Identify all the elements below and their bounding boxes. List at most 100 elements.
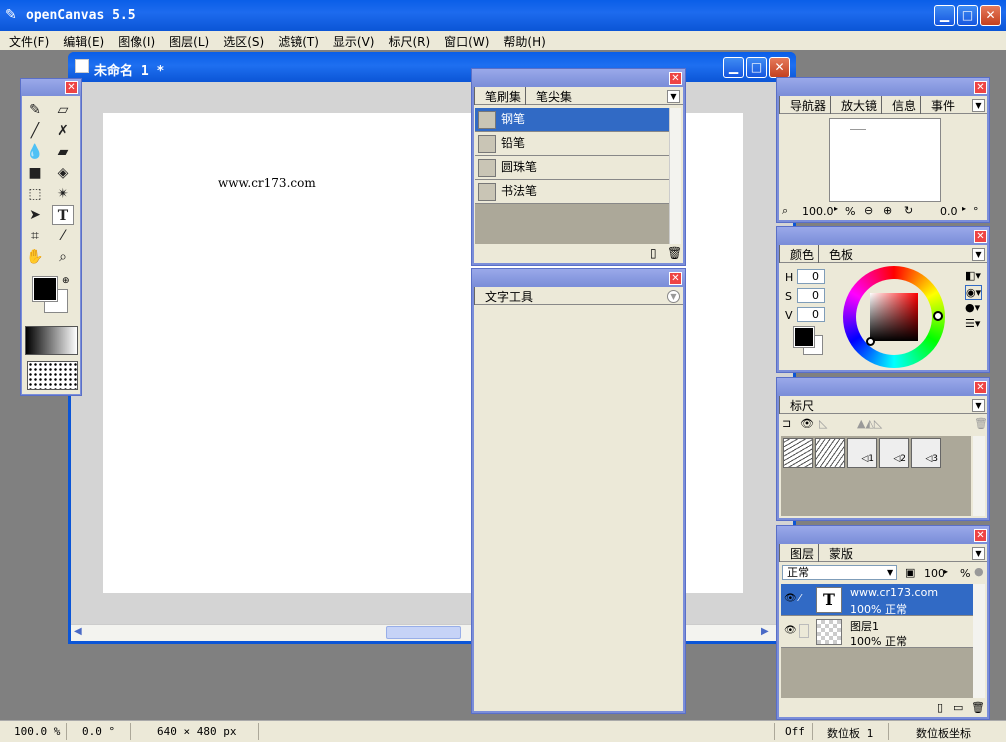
magic-wand-icon[interactable]: ✴	[52, 184, 74, 204]
texture-selector[interactable]	[27, 361, 78, 390]
opacity-arrow-icon[interactable]: ▸	[944, 567, 948, 576]
table-row[interactable]: 👁 ⁄ T www.cr173.com 100% 正常	[781, 584, 973, 616]
new-folder-icon[interactable]: ▭	[953, 701, 963, 714]
layers-close-button[interactable]: ✕	[974, 529, 987, 542]
menu-edit[interactable]: 编辑(E)	[54, 31, 109, 50]
ruler-snap-icon[interactable]: ⊐	[782, 417, 791, 430]
foreground-color-swatch[interactable]	[32, 276, 58, 302]
scroll-thumb[interactable]	[386, 626, 461, 639]
scroll-right-icon[interactable]: ▶	[761, 626, 769, 637]
brush-menu-icon[interactable]: ▼	[667, 90, 680, 103]
tab-color[interactable]: 颜色	[779, 245, 818, 263]
angle-value[interactable]: 0.0	[940, 205, 958, 218]
color-mode-1-icon[interactable]: ◧▾	[965, 269, 981, 282]
navigator-menu-icon[interactable]: ▼	[972, 99, 985, 112]
crop-tool-icon[interactable]: ⌗	[24, 226, 46, 246]
new-brush-icon[interactable]: ▯	[650, 246, 657, 260]
color-menu-icon[interactable]: ▼	[972, 248, 985, 261]
layer-link-box[interactable]	[799, 624, 809, 638]
navigator-close-button[interactable]: ✕	[974, 81, 987, 94]
ruler-menu-icon[interactable]: ▼	[972, 399, 985, 412]
lock-icon[interactable]: ●	[974, 565, 984, 578]
layers-titlebar[interactable]: ✕	[777, 526, 989, 543]
tab-events[interactable]: 事件	[920, 96, 959, 114]
ruler-parallel-icon[interactable]	[783, 438, 813, 468]
tab-magnifier[interactable]: 放大镜	[830, 96, 881, 114]
h-field[interactable]: 0	[797, 269, 825, 284]
menu-layer[interactable]: 图层(L)	[160, 31, 214, 50]
color-mode-3-icon[interactable]: ●▾	[965, 301, 980, 314]
menu-image[interactable]: 图像(I)	[109, 31, 160, 50]
zoom-tool-icon[interactable]: ⌕	[52, 247, 74, 267]
tab-brush-tips[interactable]: 笔尖集	[525, 87, 576, 105]
layer-visibility-icon[interactable]: 👁	[784, 625, 797, 636]
tab-brush-set[interactable]: 笔刷集	[474, 87, 525, 105]
tab-layers[interactable]: 图层	[779, 544, 818, 562]
zoom-value[interactable]: 100.0	[802, 205, 834, 218]
gradient-selector[interactable]	[25, 326, 78, 355]
sv-square[interactable]	[870, 293, 918, 341]
fg-color-chip[interactable]	[793, 326, 815, 348]
s-field[interactable]: 0	[797, 288, 825, 303]
delete-layer-icon[interactable]: 🗑	[971, 701, 985, 714]
ruler-titlebar[interactable]: ✕	[777, 378, 989, 395]
toolbox-titlebar[interactable]: ✕	[21, 79, 81, 96]
tab-swatches[interactable]: 色板	[818, 245, 857, 263]
tab-text-tool[interactable]: 文字工具	[474, 287, 537, 305]
document-titlebar[interactable]: 未命名 1 * ▁ □ ✕	[68, 52, 796, 82]
text-tool-titlebar[interactable]: ✕	[472, 269, 685, 286]
brush-panel-close-button[interactable]: ✕	[669, 72, 682, 85]
sv-marker[interactable]	[866, 337, 875, 346]
pen-tool-icon[interactable]: ✎	[24, 100, 46, 120]
menu-select[interactable]: 选区(S)	[214, 31, 269, 50]
eyedropper-tool-icon[interactable]: ⁄	[52, 226, 74, 246]
scroll-left-icon[interactable]: ◀	[74, 626, 82, 637]
doc-maximize-button[interactable]: □	[746, 57, 767, 78]
layer-scrollbar[interactable]	[973, 584, 985, 698]
minimize-button[interactable]: ▁	[934, 5, 955, 26]
text-tool-close-button[interactable]: ✕	[669, 272, 682, 285]
menu-help[interactable]: 帮助(H)	[494, 31, 550, 50]
menu-filter[interactable]: 滤镜(T)	[269, 31, 324, 50]
ruler-scrollbar[interactable]	[973, 436, 985, 516]
doc-close-button[interactable]: ✕	[769, 57, 790, 78]
rotate-icon[interactable]: ↻	[904, 204, 913, 217]
tab-ruler[interactable]: 标尺	[779, 396, 818, 414]
angle-arrow-icon[interactable]: ▸	[962, 204, 966, 213]
airbrush-tool-icon[interactable]: ✗	[52, 121, 74, 141]
zoom-arrow-icon[interactable]: ▸	[834, 204, 838, 213]
zoom-minus-icon[interactable]: ⊖	[864, 204, 873, 217]
menu-view[interactable]: 显示(V)	[324, 31, 380, 50]
eraser-tool-icon[interactable]: ▱	[52, 100, 74, 120]
navigator-preview[interactable]	[829, 118, 941, 202]
ruler-perspective-3[interactable]: ◁3	[911, 438, 941, 468]
color-mode-2-icon[interactable]: ◉▾	[965, 285, 983, 300]
fill-tool-icon[interactable]: ◈	[52, 163, 74, 183]
ruler-visible-icon[interactable]: 👁	[800, 417, 814, 430]
brush-list-scrollbar[interactable]	[669, 108, 681, 244]
tab-mask[interactable]: 蒙版	[818, 544, 857, 562]
maximize-button[interactable]: □	[957, 5, 978, 26]
layers-menu-icon[interactable]: ▼	[972, 547, 985, 560]
move-tool-icon[interactable]: ➤	[24, 205, 46, 225]
menu-ruler[interactable]: 标尺(R)	[379, 31, 435, 50]
gradient-tool-icon[interactable]: ■	[24, 163, 46, 183]
zoom-plus-icon[interactable]: ⊕	[883, 204, 892, 217]
text-tool-icon[interactable]: T	[52, 205, 74, 225]
ruler-perspective-1[interactable]: ◁1	[847, 438, 877, 468]
text-tool-menu-icon[interactable]: ▼	[667, 290, 680, 303]
blend-mode-select[interactable]: 正常 ▼	[782, 565, 897, 580]
color-close-button[interactable]: ✕	[974, 230, 987, 243]
doc-minimize-button[interactable]: ▁	[723, 57, 744, 78]
navigator-titlebar[interactable]: ✕	[777, 78, 989, 95]
zoom-out-icon[interactable]: ⌕	[782, 204, 788, 218]
tab-info[interactable]: 信息	[881, 96, 920, 114]
ruler-parallel-2-icon[interactable]	[815, 438, 845, 468]
delete-brush-icon[interactable]: 🗑	[667, 246, 682, 260]
close-button[interactable]: ✕	[980, 5, 1001, 26]
ruler-perspective-2[interactable]: ◁2	[879, 438, 909, 468]
marquee-tool-icon[interactable]: ⬚	[24, 184, 46, 204]
new-layer-icon[interactable]: ▯	[937, 701, 943, 714]
list-item[interactable]: 铅笔	[475, 132, 669, 156]
marker-tool-icon[interactable]: ▰	[52, 142, 74, 162]
